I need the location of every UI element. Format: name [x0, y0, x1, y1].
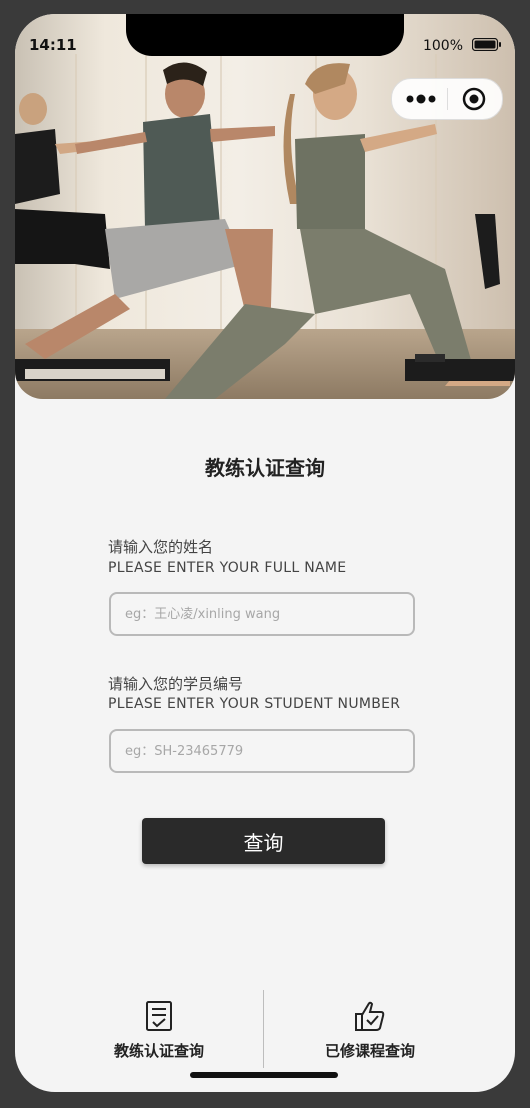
- battery-icon: [472, 38, 501, 51]
- tab-label: 已修课程查询: [324, 1042, 415, 1060]
- tab-coach-certification[interactable]: 教练认证查询: [59, 996, 259, 1066]
- close-program-icon[interactable]: [462, 87, 486, 111]
- tab-label: 教练认证查询: [113, 1042, 204, 1060]
- name-label-cn: 请输入您的姓名: [108, 538, 214, 556]
- name-input[interactable]: [109, 592, 415, 636]
- page-title: 教练认证查询: [205, 456, 325, 480]
- battery-percentage: 100%: [422, 38, 463, 54]
- home-indicator: [190, 1072, 338, 1078]
- device-notch: [126, 14, 404, 56]
- tabbar-divider: [263, 990, 264, 1068]
- tab-completed-courses[interactable]: 已修课程查询: [270, 996, 470, 1066]
- thumbs-up-check-icon: [355, 1001, 385, 1031]
- name-label-en: PLEASE ENTER YOUR FULL NAME: [108, 560, 347, 576]
- phone-screen: 14:11 100% 教练认证查询 请输入您的姓名 PLEASE ENTER Y…: [15, 14, 515, 1092]
- more-options-icon[interactable]: [406, 91, 436, 107]
- hero-image: [15, 14, 515, 399]
- query-button[interactable]: 查询: [142, 818, 385, 864]
- status-time: 14:11: [29, 36, 77, 54]
- mini-program-capsule: [391, 78, 503, 120]
- checklist-icon: [146, 1001, 172, 1031]
- student-number-label-en: PLEASE ENTER YOUR STUDENT NUMBER: [108, 696, 401, 712]
- student-number-label-cn: 请输入您的学员编号: [108, 675, 244, 693]
- student-number-input[interactable]: [109, 729, 415, 773]
